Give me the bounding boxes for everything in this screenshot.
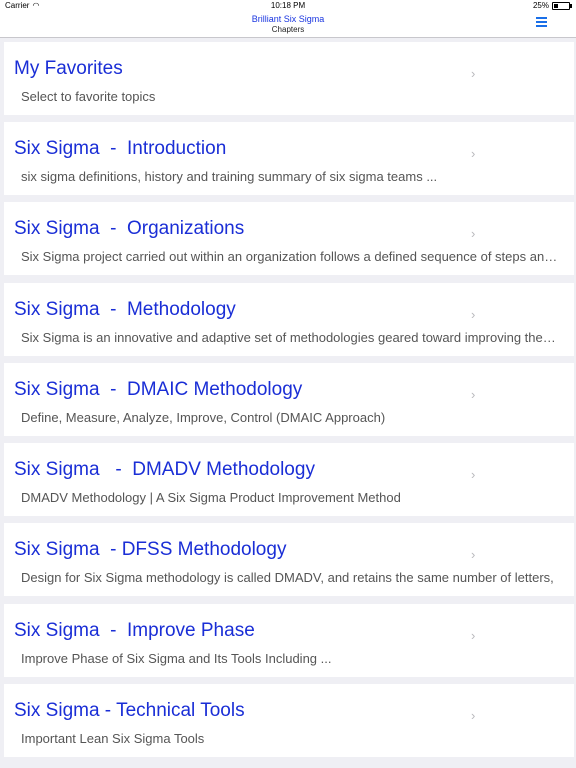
chevron-right-icon: ›: [471, 146, 476, 161]
chapter-description: six sigma definitions, history and train…: [21, 169, 438, 184]
chapter-card[interactable]: Six Sigma - Organizations Six Sigma proje…: [4, 202, 574, 275]
chapter-description: Design for Six Sigma methodology is call…: [21, 570, 554, 585]
chapter-description: DMADV Methodology | A Six Sigma Product …: [21, 490, 401, 505]
chapter-title: Six Sigma - Methodology: [14, 299, 236, 320]
status-right: 25%: [532, 1, 572, 10]
chevron-right-icon: ›: [471, 307, 476, 322]
chevron-right-icon: ›: [471, 226, 476, 241]
chapter-card[interactable]: Six Sigma - Technical Tools Important Lea…: [4, 684, 574, 757]
chapter-description: Six Sigma is an innovative and adaptive …: [21, 330, 559, 345]
nav-bar: Brilliant Six Sigma Chapters: [0, 12, 576, 38]
chapter-title: Six Sigma - DMAIC Methodology: [14, 379, 303, 400]
status-bar: Carrier ◠ 10:18 PM 25%: [0, 0, 576, 12]
chapter-title: My Favorites: [14, 58, 123, 79]
chapter-card[interactable]: Six Sigma - DFSS Methodology Design for S…: [4, 523, 574, 596]
chevron-right-icon: ›: [471, 66, 476, 81]
chapter-card[interactable]: Six Sigma - DMADV Methodology DMADV Metho…: [4, 443, 574, 516]
chevron-right-icon: ›: [471, 387, 476, 402]
chapter-title: Six Sigma - DMADV Methodology: [14, 459, 315, 480]
chapter-description: Six Sigma project carried out within an …: [21, 249, 559, 264]
chapter-description: Important Lean Six Sigma Tools: [21, 731, 205, 746]
chapter-title: Six Sigma - Improve Phase: [14, 620, 255, 641]
chapter-title: Six Sigma - Introduction: [14, 138, 227, 159]
hamburger-menu-icon[interactable]: [536, 17, 547, 28]
chapter-title: Six Sigma - DFSS Methodology: [14, 539, 287, 560]
battery-percent: 25%: [532, 1, 549, 10]
battery-fill: [554, 3, 558, 8]
chapter-title: Six Sigma - Organizations: [14, 218, 245, 239]
chevron-right-icon: ›: [471, 708, 476, 723]
battery-icon: [552, 1, 572, 10]
chapter-card[interactable]: Six Sigma - DMAIC Methodology Define, Mea…: [4, 363, 574, 436]
favorites-card[interactable]: My Favorites Select to favorite topics ›: [4, 42, 574, 115]
chapter-card[interactable]: Six Sigma - Methodology Six Sigma is an i…: [4, 283, 574, 356]
chapter-card[interactable]: Six Sigma - Improve Phase Improve Phase o…: [4, 604, 574, 677]
status-time: 10:18 PM: [270, 1, 306, 10]
nav-subtitle: Chapters: [271, 25, 305, 34]
chapter-description: Define, Measure, Analyze, Improve, Contr…: [21, 410, 386, 425]
chapter-description: Select to favorite topics: [21, 89, 156, 104]
nav-title: Brilliant Six Sigma: [251, 14, 325, 24]
chapter-description: Improve Phase of Six Sigma and Its Tools…: [21, 651, 332, 666]
chapter-card[interactable]: Six Sigma - Introduction six sigma defini…: [4, 122, 574, 195]
chevron-right-icon: ›: [471, 547, 476, 562]
chevron-right-icon: ›: [471, 467, 476, 482]
chevron-right-icon: ›: [471, 628, 476, 643]
chapter-title: Six Sigma - Technical Tools: [14, 700, 245, 721]
